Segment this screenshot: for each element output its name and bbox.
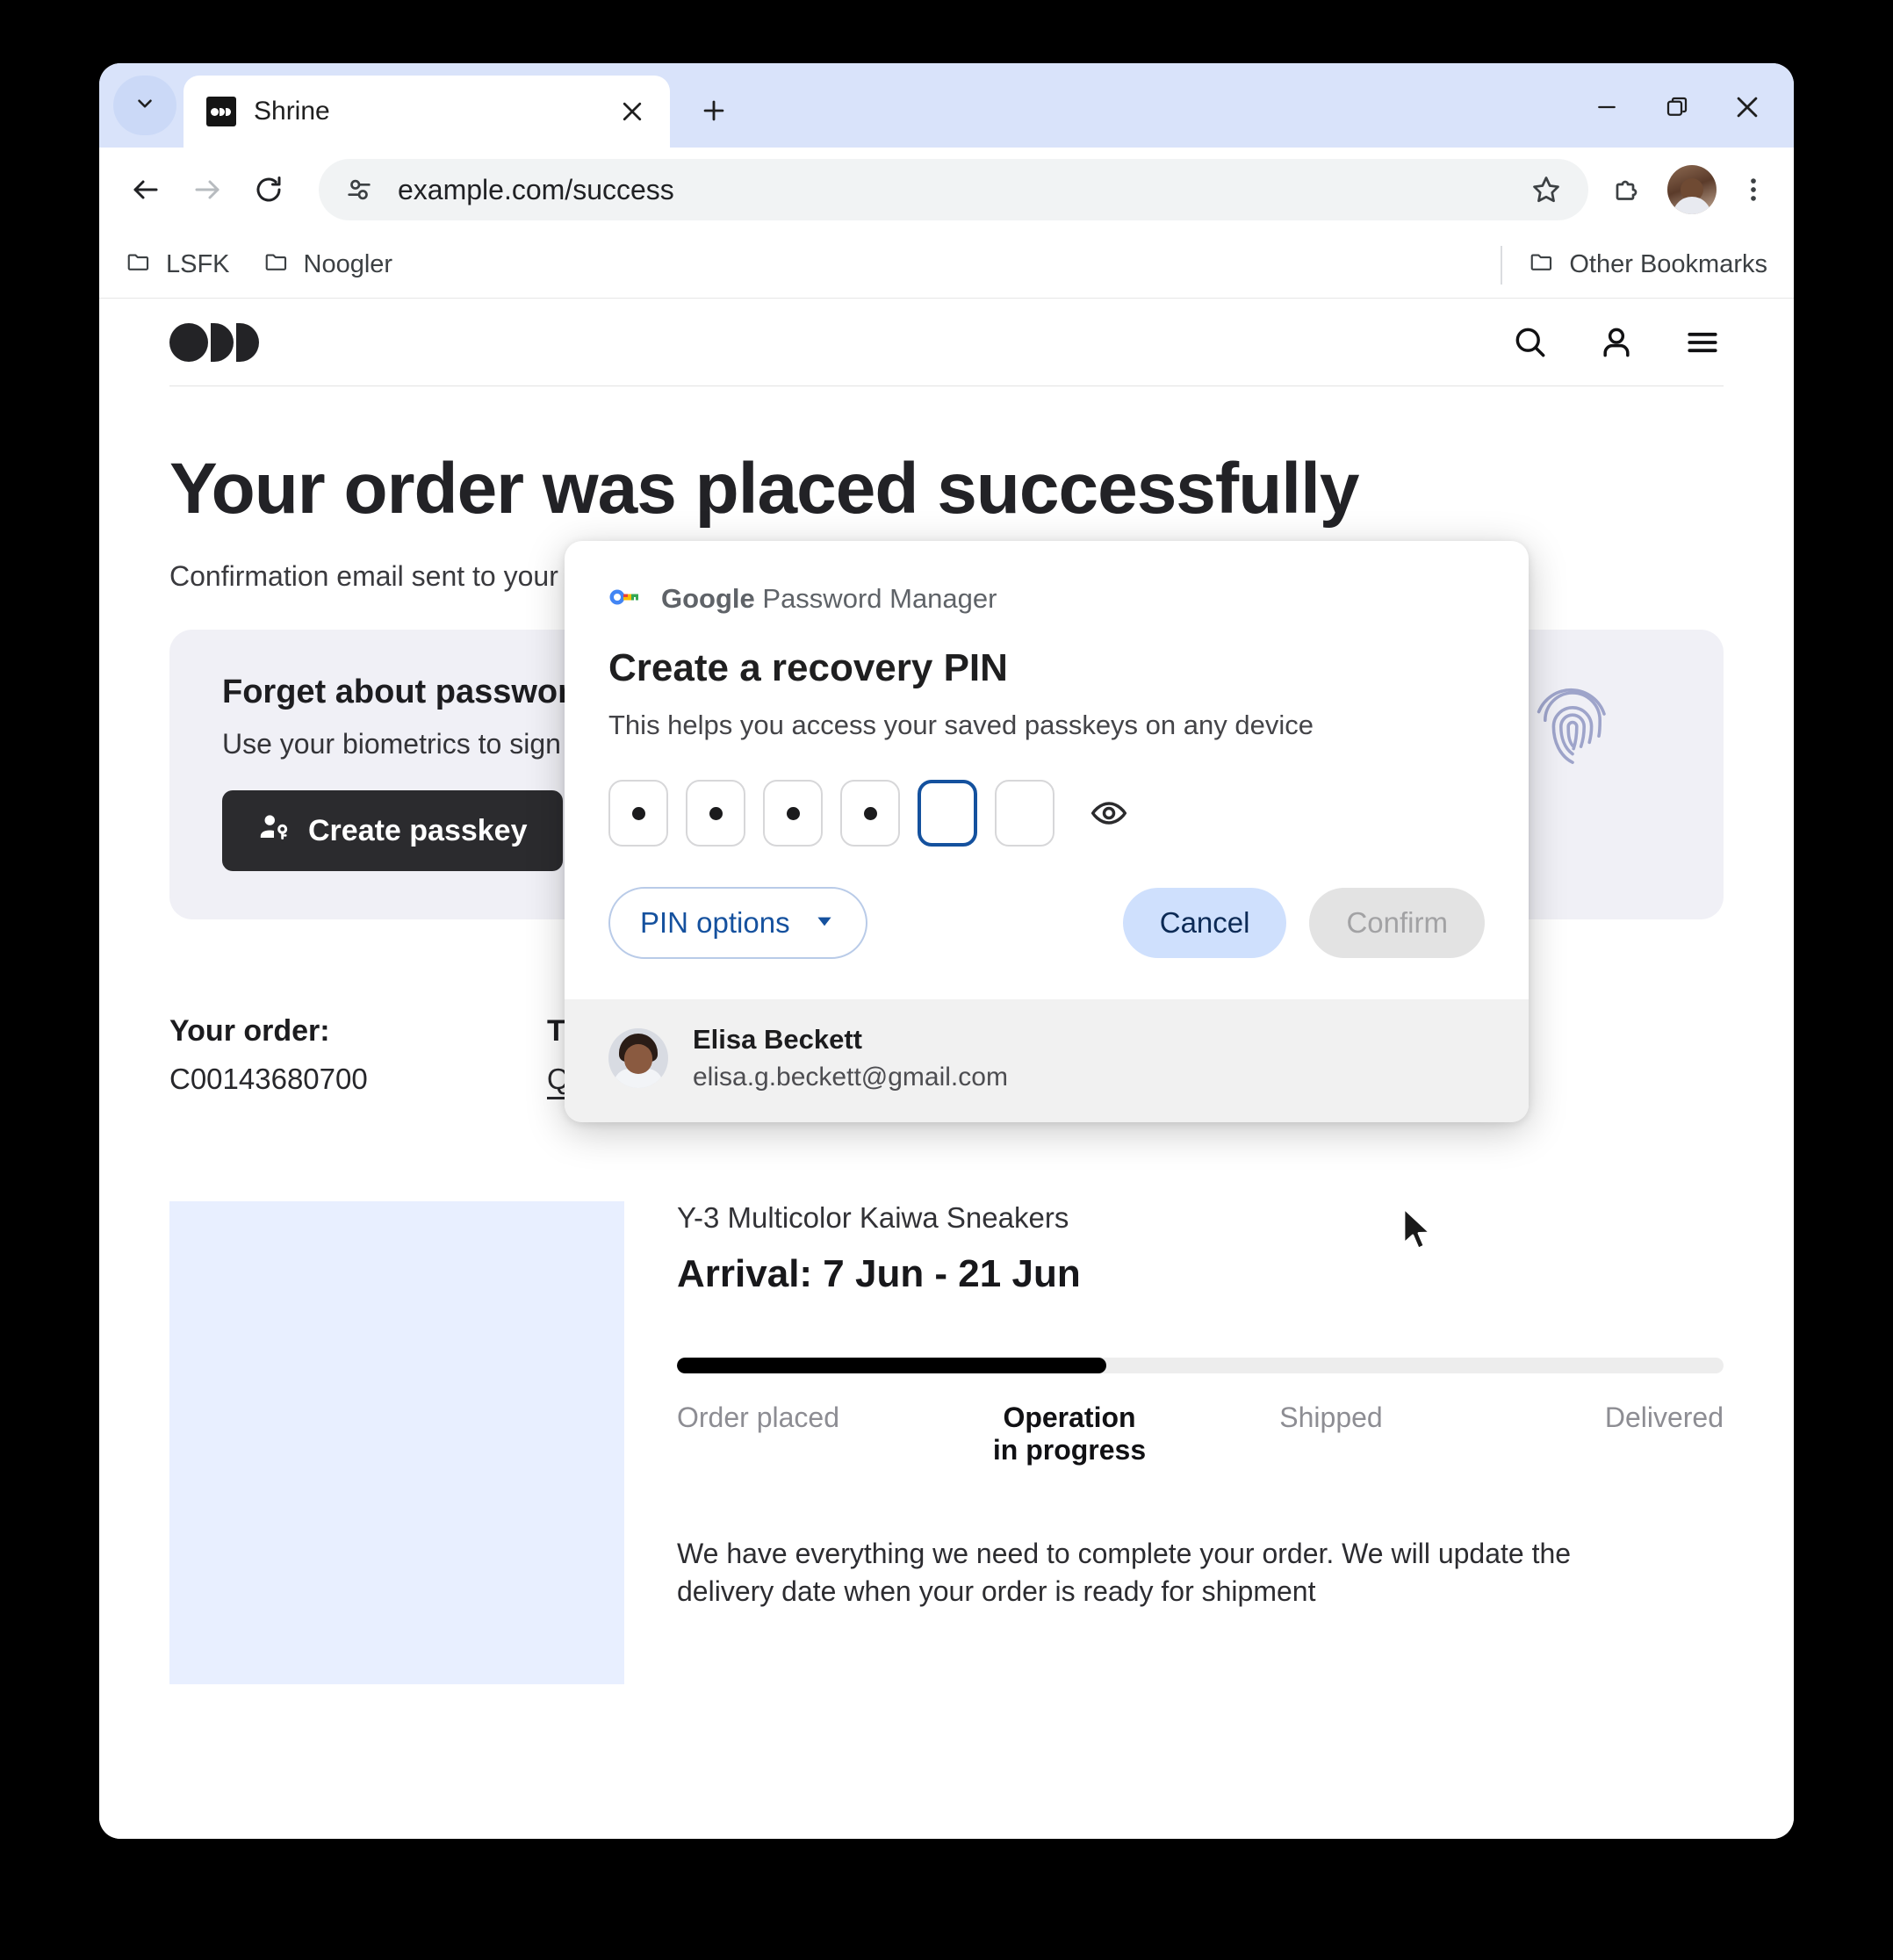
dialog-title: Create a recovery PIN bbox=[608, 646, 1008, 689]
folder-icon bbox=[1529, 249, 1555, 282]
create-passkey-button[interactable]: Create passkey bbox=[222, 790, 563, 871]
other-bookmarks-folder[interactable]: Other Bookmarks bbox=[1529, 249, 1767, 282]
bookmark-label: Noogler bbox=[303, 250, 393, 278]
avatar-body bbox=[1673, 197, 1711, 214]
tab-search-button[interactable] bbox=[113, 76, 176, 135]
order-progress-fill bbox=[677, 1358, 1106, 1373]
pin-digit-6[interactable] bbox=[995, 780, 1054, 847]
brand-rest: Password Manager bbox=[754, 583, 997, 614]
fingerprint-icon bbox=[1520, 672, 1625, 777]
site-header-actions bbox=[1509, 321, 1724, 364]
dialog-brand-text: Google Password Manager bbox=[661, 583, 997, 615]
window-controls bbox=[1580, 83, 1774, 132]
order-progress-note: We have everything we need to complete y… bbox=[677, 1537, 1572, 1607]
eye-icon[interactable] bbox=[1084, 789, 1134, 838]
pin-digit-1[interactable] bbox=[608, 780, 668, 847]
star-icon[interactable] bbox=[1523, 167, 1569, 213]
dialog-account-row[interactable]: Elisa Beckett elisa.g.beckett@gmail.com bbox=[565, 999, 1529, 1122]
create-passkey-label: Create passkey bbox=[308, 813, 528, 847]
tab-title: Shrine bbox=[254, 97, 330, 126]
bookmark-label: LSFK bbox=[166, 250, 230, 278]
site-settings-icon[interactable] bbox=[338, 169, 380, 211]
pin-digit-2[interactable] bbox=[686, 780, 745, 847]
folder-icon bbox=[126, 249, 152, 282]
product-row: Y-3 Multicolor Kaiwa Sneakers Arrival: 7… bbox=[169, 1201, 1724, 1684]
three-dot-menu-icon[interactable] bbox=[1729, 162, 1778, 217]
folder-icon bbox=[263, 249, 290, 282]
site-header bbox=[169, 299, 1724, 386]
maximize-restore-button[interactable] bbox=[1650, 83, 1704, 132]
dialog-actions: PIN options Cancel Confirm bbox=[565, 847, 1529, 999]
account-name: Elisa Beckett bbox=[693, 1024, 862, 1055]
order-progress-bar bbox=[677, 1358, 1724, 1373]
profile-avatar[interactable] bbox=[1667, 165, 1717, 214]
pin-dot bbox=[863, 806, 877, 820]
avatar bbox=[608, 1028, 668, 1088]
tab-strip: Shrine bbox=[99, 63, 1794, 148]
dialog-brand-row: Google Password Manager bbox=[565, 541, 1529, 615]
account-email: elisa.g.beckett@gmail.com bbox=[693, 1063, 1008, 1092]
passkey-card-title: Forget about passwords bbox=[222, 674, 610, 710]
pin-options-button[interactable]: PIN options bbox=[608, 887, 867, 959]
summary-label: Your order: bbox=[169, 1014, 330, 1048]
bookmark-folder-noogler[interactable]: Noogler bbox=[263, 249, 393, 282]
new-tab-button[interactable] bbox=[689, 86, 738, 135]
chevron-down-icon bbox=[133, 92, 156, 119]
url-text: example.com/success bbox=[398, 173, 674, 205]
pin-input-row bbox=[565, 741, 1529, 847]
summary-value: C00143680700 bbox=[169, 1063, 368, 1095]
google-password-manager-dialog: Google Password Manager Create a recover… bbox=[565, 541, 1529, 1122]
close-window-button[interactable] bbox=[1720, 83, 1774, 132]
browser-window: Shrine example.com/success LSFK Noogler … bbox=[99, 63, 1794, 1839]
cancel-button[interactable]: Cancel bbox=[1122, 888, 1287, 958]
dialog-description: This helps you access your saved passkey… bbox=[608, 710, 1314, 740]
close-tab-icon[interactable] bbox=[617, 97, 647, 126]
reload-button[interactable] bbox=[238, 159, 299, 220]
browser-tab[interactable]: Shrine bbox=[184, 76, 670, 148]
bookmarks-divider bbox=[1501, 245, 1503, 285]
confirm-button[interactable]: Confirm bbox=[1309, 888, 1485, 958]
progress-step-delivered: Delivered bbox=[1604, 1402, 1724, 1433]
search-icon[interactable] bbox=[1509, 321, 1551, 364]
order-progress-steps: Order placed Operation in progress Shippe… bbox=[677, 1402, 1724, 1466]
pin-dot bbox=[786, 806, 800, 820]
page-content: Your order was placed successfully Confi… bbox=[99, 299, 1794, 1839]
bookmarks-bar: LSFK Noogler Other Bookmarks bbox=[99, 232, 1794, 299]
pin-dot bbox=[631, 806, 645, 820]
minimize-button[interactable] bbox=[1580, 83, 1634, 132]
pin-options-label: PIN options bbox=[640, 906, 790, 939]
progress-step-shipped: Shipped bbox=[1279, 1402, 1383, 1433]
person-icon[interactable] bbox=[1595, 321, 1637, 364]
extensions-icon[interactable] bbox=[1601, 162, 1655, 217]
shrine-favicon-icon bbox=[206, 97, 236, 126]
progress-step-operation-in-progress: Operation in progress bbox=[992, 1402, 1147, 1466]
back-button[interactable] bbox=[115, 159, 176, 220]
product-details: Y-3 Multicolor Kaiwa Sneakers Arrival: 7… bbox=[677, 1201, 1724, 1684]
product-image bbox=[169, 1201, 624, 1684]
hamburger-menu-icon[interactable] bbox=[1681, 321, 1724, 364]
product-name: Y-3 Multicolor Kaiwa Sneakers bbox=[677, 1201, 1069, 1234]
brand-google: Google bbox=[661, 583, 755, 614]
browser-toolbar: example.com/success bbox=[99, 148, 1794, 232]
account-text: Elisa Beckett elisa.g.beckett@gmail.com bbox=[693, 1024, 1008, 1092]
forward-button[interactable] bbox=[176, 159, 238, 220]
progress-step-order-placed: Order placed bbox=[677, 1402, 839, 1433]
pin-digit-3[interactable] bbox=[763, 780, 823, 847]
chevron-down-icon bbox=[813, 906, 836, 940]
google-key-icon bbox=[608, 588, 644, 610]
pin-digit-5[interactable] bbox=[918, 780, 977, 847]
product-arrival: Arrival: 7 Jun - 21 Jun bbox=[677, 1252, 1081, 1295]
bookmark-folder-lsfk[interactable]: LSFK bbox=[126, 249, 230, 282]
shrine-logo-icon[interactable] bbox=[169, 322, 259, 362]
summary-column-order: Your order: C00143680700 bbox=[169, 1014, 547, 1096]
pin-digit-4[interactable] bbox=[840, 780, 900, 847]
address-bar[interactable]: example.com/success bbox=[319, 159, 1588, 220]
other-bookmarks-label: Other Bookmarks bbox=[1569, 250, 1767, 278]
page-title: Your order was placed successfully bbox=[169, 449, 1359, 529]
pin-dot bbox=[709, 806, 723, 820]
person-key-icon bbox=[257, 811, 291, 852]
